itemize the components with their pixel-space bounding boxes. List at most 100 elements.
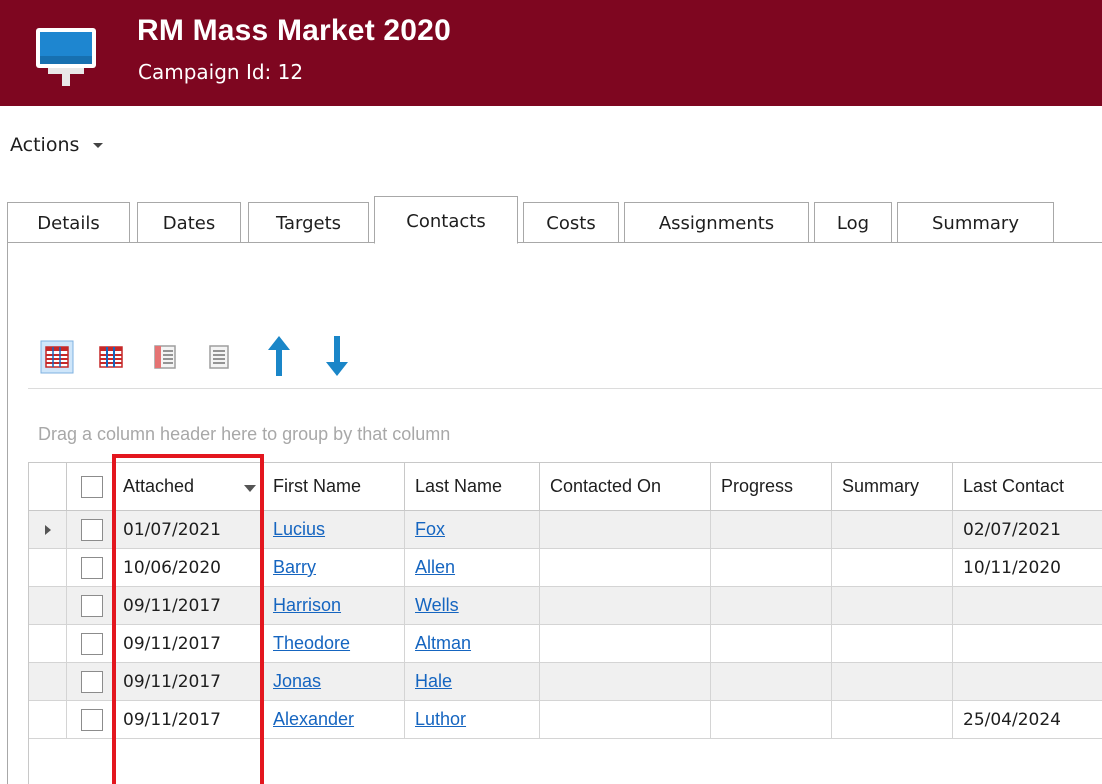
cell-last-contact <box>953 625 1102 662</box>
cell-progress <box>711 701 832 738</box>
tab-summary[interactable]: Summary <box>897 202 1054 243</box>
select-all-checkbox[interactable] <box>81 475 103 498</box>
cell-last-name[interactable]: Luthor <box>405 701 540 738</box>
row-select-cell <box>67 511 113 548</box>
cell-summary <box>832 511 953 548</box>
campaign-header: RM Mass Market 2020 Campaign Id: 12 <box>0 0 1102 106</box>
row-checkbox[interactable] <box>81 632 103 655</box>
tab-dates[interactable]: Dates <box>137 202 241 243</box>
cell-first-name[interactable]: Lucius <box>263 511 405 548</box>
tab-details[interactable]: Details <box>7 202 130 243</box>
cell-last-contact <box>953 587 1102 624</box>
cell-progress <box>711 511 832 548</box>
cell-progress <box>711 587 832 624</box>
row-indicator-cell <box>29 549 67 586</box>
tab-targets[interactable]: Targets <box>248 202 369 243</box>
row-indicator-cell <box>29 511 67 548</box>
cell-contacted-on <box>540 549 711 586</box>
cell-contacted-on <box>540 511 711 548</box>
page-title: RM Mass Market 2020 <box>137 14 451 47</box>
cell-progress <box>711 549 832 586</box>
table-row[interactable]: 09/11/2017 Theodore Altman <box>29 625 1102 663</box>
row-select-cell <box>67 701 113 738</box>
cell-last-contact: 10/11/2020 <box>963 557 1061 578</box>
move-up-icon[interactable] <box>262 334 296 378</box>
column-header-last-contact[interactable]: Last Contact <box>953 463 1102 510</box>
column-header-progress[interactable]: Progress <box>711 463 832 510</box>
cell-first-name[interactable]: Harrison <box>263 587 405 624</box>
column-header-first-name[interactable]: First Name <box>263 463 405 510</box>
cell-last-name[interactable]: Hale <box>405 663 540 700</box>
grid-columns-icon[interactable] <box>94 340 128 374</box>
grid-list-icon[interactable] <box>202 340 236 374</box>
row-indicator-cell <box>29 587 67 624</box>
move-down-icon[interactable] <box>320 334 354 378</box>
cell-last-name[interactable]: Altman <box>405 625 540 662</box>
grid-view-icon[interactable] <box>40 340 74 374</box>
cell-first-name[interactable]: Theodore <box>263 625 405 662</box>
cell-summary <box>832 587 953 624</box>
presentation-board-icon <box>36 28 96 86</box>
cell-contacted-on <box>540 587 711 624</box>
tab-contacts[interactable]: Contacts <box>374 196 518 244</box>
cell-attached: 09/11/2017 <box>113 625 263 662</box>
actions-label: Actions <box>10 134 80 156</box>
cell-first-name[interactable]: Jonas <box>263 663 405 700</box>
cell-last-contact <box>953 663 1102 700</box>
cell-attached: 01/07/2021 <box>113 511 263 548</box>
cell-summary <box>832 625 953 662</box>
current-row-icon <box>45 524 51 535</box>
select-all-cell <box>67 463 113 510</box>
row-checkbox[interactable] <box>81 708 103 731</box>
tab-assignments[interactable]: Assignments <box>624 202 809 243</box>
sort-desc-icon <box>244 485 256 492</box>
cell-first-name[interactable]: Alexander <box>263 701 405 738</box>
column-header-last-name[interactable]: Last Name <box>405 463 540 510</box>
row-indicator-cell <box>29 701 67 738</box>
column-header-contacted-on[interactable]: Contacted On <box>540 463 711 510</box>
column-header-attached[interactable]: Attached <box>113 463 263 510</box>
cell-attached: 09/11/2017 <box>113 587 263 624</box>
cell-last-name[interactable]: Fox <box>405 511 540 548</box>
row-checkbox[interactable] <box>81 670 103 693</box>
tab-log[interactable]: Log <box>814 202 892 243</box>
cell-summary <box>832 701 953 738</box>
chevron-down-icon <box>93 142 104 148</box>
row-select-cell <box>67 587 113 624</box>
row-indicator-cell <box>29 663 67 700</box>
table-row[interactable]: 09/11/2017 Harrison Wells <box>29 587 1102 625</box>
cell-progress <box>711 625 832 662</box>
cell-summary <box>832 549 953 586</box>
actions-menu[interactable]: Actions <box>10 134 104 156</box>
cell-contacted-on <box>540 663 711 700</box>
grid-detail-icon[interactable] <box>148 340 182 374</box>
row-checkbox[interactable] <box>81 594 103 617</box>
tab-costs[interactable]: Costs <box>523 202 619 243</box>
row-checkbox[interactable] <box>81 556 103 579</box>
column-header-summary[interactable]: Summary <box>832 463 953 510</box>
cell-progress <box>711 663 832 700</box>
grid-header-row: Attached First Name Last Name Contacted … <box>29 463 1102 511</box>
row-select-cell <box>67 549 113 586</box>
campaign-id-label: Campaign Id: 12 <box>138 60 304 84</box>
row-select-cell <box>67 663 113 700</box>
cell-last-contact: 25/04/2024 <box>963 709 1061 730</box>
row-select-cell <box>67 625 113 662</box>
row-indicator-header <box>29 463 67 510</box>
cell-last-name[interactable]: Wells <box>405 587 540 624</box>
row-checkbox[interactable] <box>81 518 103 541</box>
cell-summary <box>832 663 953 700</box>
toolbar-divider <box>28 388 1102 389</box>
group-by-drop-area[interactable]: Drag a column header here to group by th… <box>38 424 450 445</box>
cell-contacted-on <box>540 625 711 662</box>
table-row[interactable]: 09/11/2017 Alexander Luthor 25/04/2024 <box>29 701 1102 739</box>
row-indicator-cell <box>29 625 67 662</box>
cell-first-name[interactable]: Barry <box>263 549 405 586</box>
table-row[interactable]: 01/07/2021 Lucius Fox 02/07/2021 <box>29 511 1102 549</box>
cell-contacted-on <box>540 701 711 738</box>
table-row[interactable]: 10/06/2020 Barry Allen 10/11/2020 <box>29 549 1102 587</box>
cell-last-name[interactable]: Allen <box>405 549 540 586</box>
cell-attached: 10/06/2020 <box>113 549 263 586</box>
contacts-grid: Attached First Name Last Name Contacted … <box>28 462 1102 784</box>
table-row[interactable]: 09/11/2017 Jonas Hale <box>29 663 1102 701</box>
